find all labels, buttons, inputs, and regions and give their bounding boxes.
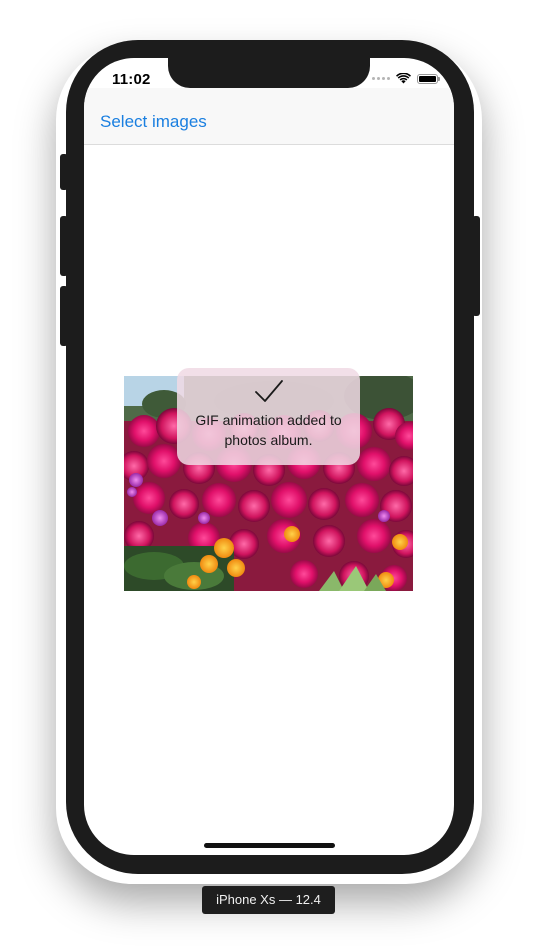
notch — [168, 58, 370, 88]
status-icons — [372, 73, 440, 84]
device-screen: 11:02 Select images GIF animation added … — [84, 58, 454, 855]
hud-message: GIF animation added to photos album. — [195, 412, 342, 448]
home-indicator[interactable] — [204, 843, 335, 848]
navigation-bar: Select images — [84, 88, 454, 145]
status-time: 11:02 — [112, 71, 151, 88]
checkmark-icon — [254, 380, 283, 402]
select-images-button[interactable]: Select images — [100, 112, 207, 132]
simulator-device-label: iPhone Xs — 12.4 — [202, 886, 335, 914]
simulator-stage: 11:02 Select images GIF animation added … — [0, 0, 538, 950]
cellular-dots-icon — [372, 77, 390, 80]
success-hud: GIF animation added to photos album. — [177, 368, 360, 465]
wifi-icon — [396, 73, 411, 84]
battery-icon — [417, 73, 440, 84]
